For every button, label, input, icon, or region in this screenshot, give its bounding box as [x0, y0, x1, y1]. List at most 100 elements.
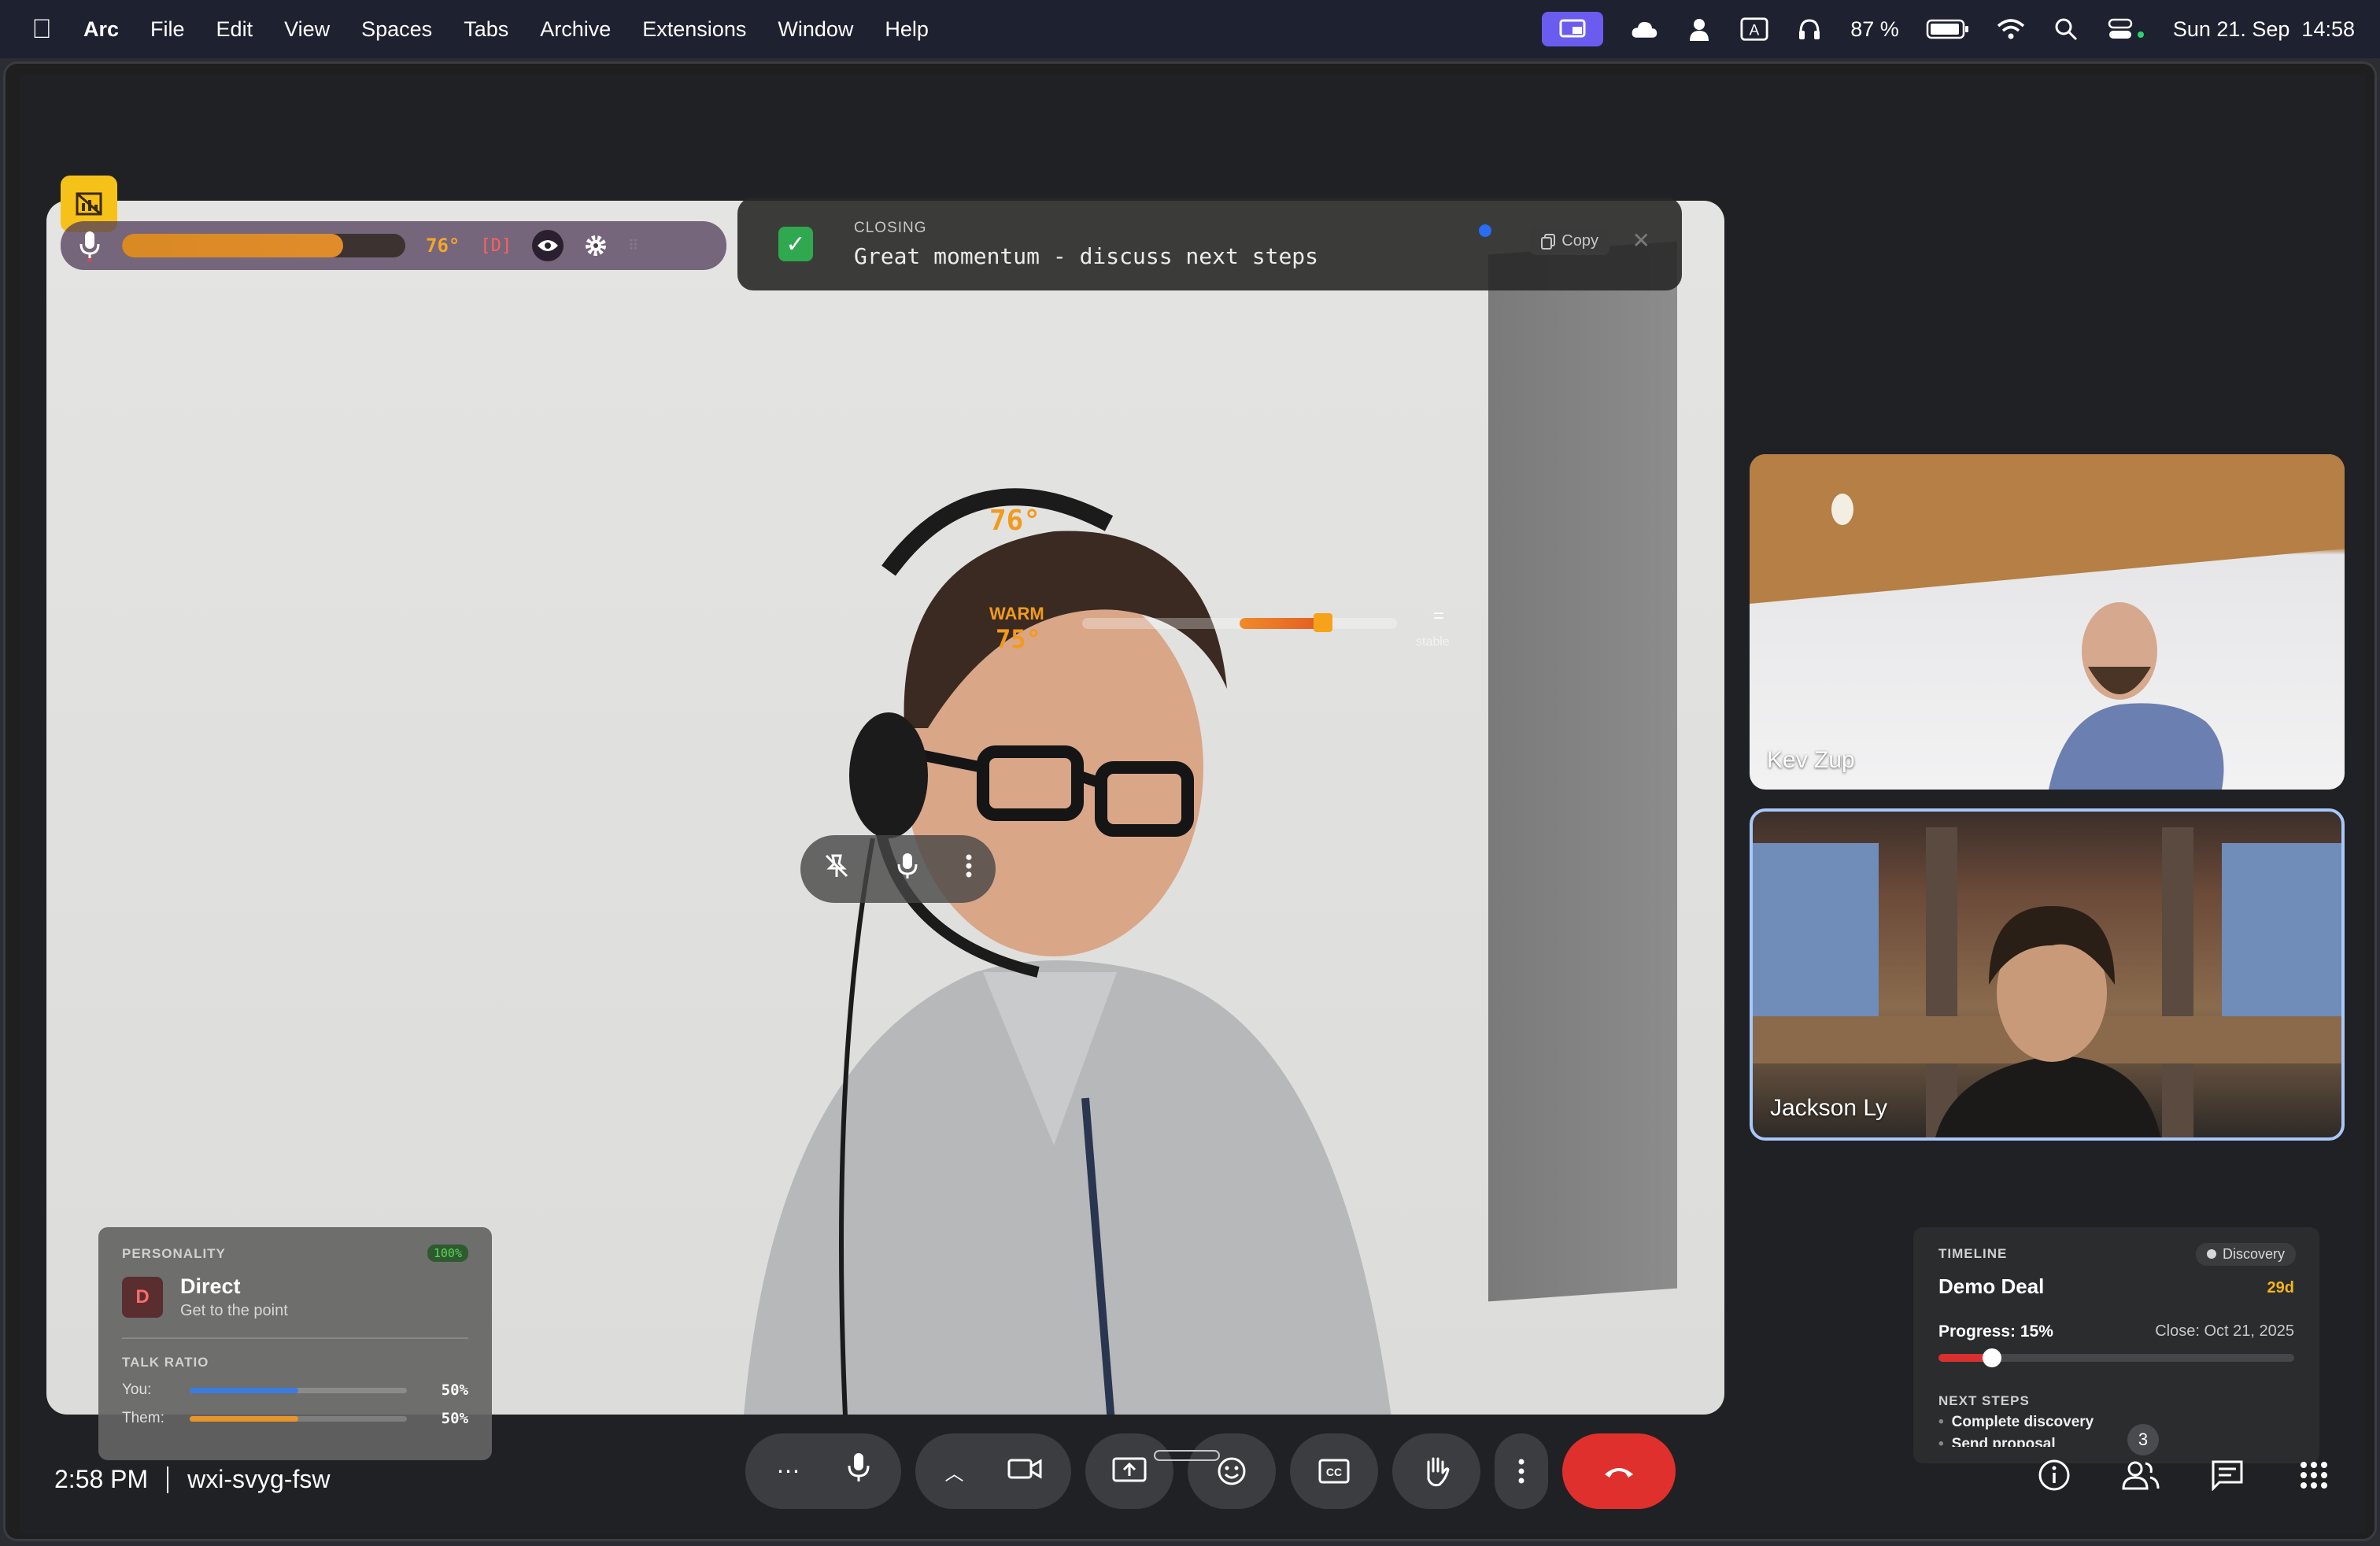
activities-button[interactable] [2294, 1455, 2334, 1495]
menu-help[interactable]: Help [885, 17, 929, 42]
menu-view[interactable]: View [284, 17, 330, 42]
people-button[interactable]: 3 [2121, 1424, 2160, 1495]
hang-up-icon [1605, 1468, 1633, 1478]
chat-button[interactable] [2208, 1455, 2247, 1495]
apple-menu-icon[interactable]:  [0, 14, 83, 45]
screen-share-status-icon[interactable] [1542, 12, 1604, 46]
status-area: A 87 % Sun 21. Sep 14:58 [1542, 0, 2355, 58]
meeting-code[interactable]: wxi-svyg-fsw [187, 1465, 330, 1494]
audio-options-icon[interactable]: ⋯ [777, 1458, 800, 1485]
leave-call-button[interactable] [1562, 1433, 1676, 1509]
video-control-group: ︿ [915, 1433, 1071, 1509]
menu-extensions[interactable]: Extensions [642, 17, 746, 42]
hud-temperature: 76° [989, 505, 1041, 537]
meeting-time: 2:58 PM [54, 1465, 149, 1493]
captions-button[interactable]: CC [1290, 1433, 1378, 1509]
menu-spaces[interactable]: Spaces [361, 17, 432, 42]
deal-stage-pill[interactable]: Discovery [2195, 1243, 2296, 1266]
menu-bar:  Arc File Edit View Spaces Tabs Archive… [0, 0, 2380, 58]
overlay-toolbar: 76° [D] ⠿ [61, 221, 726, 270]
menu-window[interactable]: Window [778, 17, 853, 42]
meeting-details-button[interactable] [2034, 1455, 2074, 1495]
divider [122, 1337, 468, 1339]
present-icon [1112, 1457, 1147, 1482]
personality-confidence: 100% [427, 1245, 468, 1262]
drag-handle-icon[interactable]: ⠿ [628, 238, 638, 254]
tile-hover-controls [800, 835, 996, 903]
menu-tabs[interactable]: Tabs [464, 17, 508, 42]
check-icon: ✓ [778, 227, 813, 261]
personality-title: Direct [180, 1274, 241, 1298]
copy-button[interactable]: Copy [1530, 227, 1609, 255]
participant-count-badge: 3 [2127, 1424, 2159, 1455]
cloud-icon[interactable] [1630, 15, 1658, 43]
tile-more-options-icon[interactable] [965, 853, 973, 886]
window-resize-handle[interactable] [1154, 1450, 1220, 1461]
spotlight-search-icon[interactable] [2052, 15, 2080, 43]
closing-label: CLOSING [854, 219, 927, 236]
more-options-button[interactable] [1495, 1433, 1548, 1509]
hud-stable-label: stable [1416, 635, 1450, 649]
deal-stage: Discovery [2222, 1246, 2285, 1262]
hud-slider-knob[interactable] [1314, 613, 1332, 632]
wifi-icon[interactable] [1997, 15, 2025, 43]
overlay-mode[interactable]: [D] [480, 236, 512, 256]
tile-mic-icon[interactable] [896, 852, 918, 887]
hud-trend-icon: = [1433, 605, 1445, 627]
microphone-button[interactable] [847, 1452, 870, 1491]
personality-badge: D [122, 1277, 163, 1318]
menubar-datetime: Sun 21. Sep 14:58 [2172, 17, 2355, 41]
next-steps-label: NEXT STEPS [1938, 1393, 2030, 1408]
overlay-temperature: 76° [426, 235, 460, 257]
raise-hand-button[interactable] [1392, 1433, 1480, 1509]
video-options-chevron-icon[interactable]: ︿ [945, 1458, 964, 1485]
talk-ratio-fill [190, 1387, 298, 1393]
input-source-icon[interactable]: A [1740, 15, 1768, 43]
hud-warm-label: WARM [989, 604, 1044, 623]
browser-window: 76° [D] ⠿ ✓ CLOSING Great momentum - dis… [3, 61, 2377, 1541]
deal-name: Demo Deal [1938, 1274, 2045, 1298]
svg-text:A: A [1750, 23, 1760, 39]
audio-control-group: ⋯ [745, 1433, 901, 1509]
unpin-icon[interactable] [823, 853, 850, 886]
menu-app-name[interactable]: Arc [83, 17, 119, 42]
close-card-icon[interactable]: ✕ [1632, 227, 1650, 253]
menu-archive[interactable]: Archive [540, 17, 611, 42]
menu-file[interactable]: File [150, 17, 185, 42]
menu-edit[interactable]: Edit [216, 17, 253, 42]
days-left: 29d [2267, 1279, 2294, 1296]
progress-bar [1938, 1348, 2294, 1367]
wall-panel [1488, 241, 1677, 1302]
emoji-reaction-button[interactable] [1188, 1433, 1276, 1509]
battery-percent: 87 % [1850, 17, 1899, 41]
side-panel-controls: 3 [2034, 1424, 2334, 1495]
personality-subtitle: Get to the point [180, 1302, 288, 1319]
personality-row: D Direct Get to the point [122, 1274, 468, 1320]
control-center-icon[interactable] [2107, 15, 2146, 43]
camera-button[interactable] [1007, 1455, 1042, 1489]
hud-warm-value: 75° [996, 624, 1041, 654]
apps-grid-icon [2301, 1462, 2327, 1489]
call-controls: ⋯ ︿ CC [745, 1433, 1676, 1509]
battery-icon[interactable] [1926, 15, 1970, 43]
overlay-mic-icon[interactable] [78, 230, 102, 263]
people-icon [2122, 1461, 2160, 1490]
hud-temperature-slider [1082, 618, 1397, 629]
talk-ratio-fill [190, 1415, 298, 1422]
headphones-icon[interactable] [1795, 15, 1824, 43]
participant-tile-kev[interactable]: Kev Zup [1750, 454, 2345, 790]
present-screen-button[interactable] [1085, 1433, 1173, 1509]
settings-gear-icon[interactable] [584, 234, 608, 257]
talk-ratio-track [190, 1415, 407, 1422]
participant-name: Jackson Ly [1770, 1095, 1887, 1121]
eye-icon[interactable] [532, 230, 564, 261]
participant-tile-jackson[interactable]: Jackson Ly [1750, 808, 2345, 1141]
talk-ratio-you: You: 50% [122, 1381, 468, 1399]
chat-icon [2212, 1460, 2243, 1491]
user-icon[interactable] [1685, 15, 1713, 43]
temperature-bar [122, 234, 405, 257]
copy-icon [1541, 233, 1556, 250]
more-vertical-icon [1518, 1459, 1524, 1484]
talk-ratio-value: 50% [441, 1381, 468, 1399]
progress-bar-knob[interactable] [1982, 1348, 2001, 1367]
